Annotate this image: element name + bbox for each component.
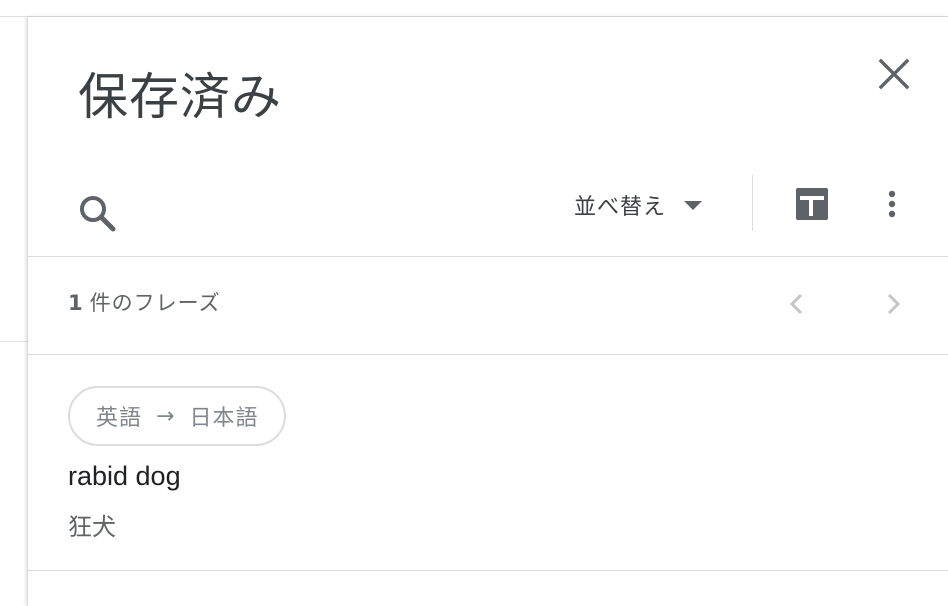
section-divider [28, 570, 948, 571]
toolbar: 並べ替え [28, 162, 948, 256]
next-page-button[interactable] [876, 287, 910, 321]
chevron-right-icon [887, 293, 901, 315]
sheets-icon [796, 188, 828, 220]
phrase-count-number: 1 [68, 291, 84, 315]
sort-label: 並べ替え [574, 195, 667, 220]
source-language: 英語 [96, 406, 143, 431]
saved-panel: 保存済み 並べ替え 1 件のフレーズ 英語 → 日本語 rabid dog 狂犬 [28, 17, 948, 606]
more-options-button[interactable] [872, 184, 912, 224]
caret-down-icon [684, 200, 703, 210]
background-divider [0, 341, 30, 342]
arrow-right-icon: → [156, 403, 176, 429]
translated-phrase: 狂犬 [68, 513, 116, 541]
export-sheets-button[interactable] [792, 184, 832, 224]
close-button[interactable] [874, 54, 914, 94]
target-language: 日本語 [189, 406, 259, 431]
previous-page-button[interactable] [780, 287, 814, 321]
phrase-count-label: 件のフレーズ [89, 291, 221, 315]
results-count-row: 1 件のフレーズ [28, 257, 948, 353]
source-phrase: rabid dog [68, 461, 181, 491]
phrase-count: 1 件のフレーズ [68, 287, 221, 317]
search-button[interactable] [74, 190, 122, 238]
sort-dropdown[interactable]: 並べ替え [574, 184, 703, 226]
more-vert-icon [888, 190, 896, 218]
close-icon [878, 58, 910, 90]
chevron-left-icon [789, 293, 803, 315]
panel-title: 保存済み [78, 68, 282, 126]
saved-phrase-item[interactable]: 英語 → 日本語 rabid dog 狂犬 [28, 355, 948, 570]
search-icon [80, 196, 116, 232]
language-pair-chip[interactable]: 英語 → 日本語 [68, 386, 287, 446]
toolbar-divider [752, 175, 753, 231]
